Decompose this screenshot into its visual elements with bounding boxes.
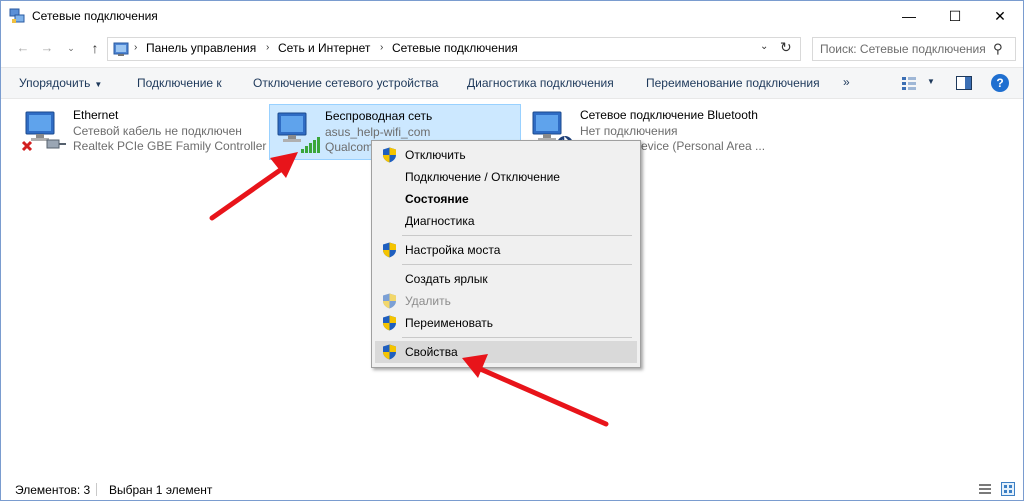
- maximize-button[interactable]: ☐: [932, 1, 978, 32]
- breadcrumb-control-panel[interactable]: Панель управления: [146, 41, 256, 55]
- connection-name: Сетевое подключение Bluetooth: [580, 108, 758, 122]
- up-button[interactable]: ↑: [86, 39, 104, 57]
- organize-button[interactable]: Упорядочить ▼: [19, 76, 102, 90]
- breadcrumb-separator[interactable]: ›: [380, 42, 383, 53]
- uac-shield-icon: [383, 315, 396, 331]
- connection-status: Сетевой кабель не подключен: [73, 124, 242, 138]
- menu-item-label: Диагностика: [405, 214, 475, 228]
- menu-item-diagnostics[interactable]: Диагностика: [375, 210, 637, 232]
- back-button[interactable]: ←: [14, 39, 32, 57]
- disable-device-button[interactable]: Отключение сетевого устройства: [253, 76, 438, 90]
- connection-device: Realtek PCIe GBE Family Controller: [73, 139, 267, 153]
- menu-item-connect-disconnect[interactable]: Подключение / Отключение: [375, 166, 637, 188]
- connection-name: Беспроводная сеть: [325, 109, 433, 123]
- recent-locations-button[interactable]: ⌄: [62, 39, 80, 57]
- menu-item-label: Создать ярлык: [405, 272, 488, 286]
- refresh-icon[interactable]: ↻: [780, 39, 792, 56]
- context-menu: Отключить Подключение / Отключение Состо…: [371, 140, 641, 368]
- menu-item-delete[interactable]: Удалить: [375, 290, 637, 312]
- items-count: Элементов: 3: [15, 483, 91, 497]
- uac-shield-icon: [383, 242, 396, 258]
- connection-ethernet[interactable]: Ethernet Сетевой кабель не подключен Rea…: [18, 104, 268, 158]
- command-bar: Упорядочить ▼ Подключение к Отключение се…: [1, 67, 1023, 99]
- address-history-dropdown[interactable]: ⌄: [760, 41, 768, 52]
- minimize-button[interactable]: —: [886, 1, 932, 32]
- help-icon[interactable]: ?: [991, 74, 1009, 92]
- connection-name: Ethernet: [73, 108, 119, 122]
- menu-item-label: Настройка моста: [405, 243, 501, 257]
- connect-to-button[interactable]: Подключение к: [137, 76, 222, 90]
- explorer-window: Сетевые подключения — ☐ ✕ ← → ⌄ ↑ › Пане…: [0, 0, 1024, 501]
- menu-item-bridge[interactable]: Настройка моста: [375, 239, 637, 261]
- address-row: ← → ⌄ ↑ › Панель управления › Сеть и Инт…: [1, 33, 1023, 63]
- address-bar[interactable]: › Панель управления › Сеть и Интернет › …: [107, 37, 801, 61]
- view-options-dropdown[interactable]: ▼: [927, 77, 935, 86]
- uac-shield-icon: [383, 293, 396, 309]
- rename-button[interactable]: Переименование подключения: [646, 76, 820, 90]
- selection-count: Выбран 1 элемент: [109, 483, 213, 497]
- status-separator: [96, 483, 97, 496]
- breadcrumb-separator[interactable]: ›: [266, 42, 269, 53]
- preview-pane-icon[interactable]: [956, 76, 972, 90]
- status-bar: Элементов: 3 Выбран 1 элемент: [1, 478, 1023, 500]
- breadcrumb-network-connections[interactable]: Сетевые подключения: [392, 41, 518, 55]
- menu-item-label: Свойства: [405, 345, 458, 359]
- more-commands-button[interactable]: »: [843, 75, 850, 89]
- details-view-icon[interactable]: [979, 483, 991, 495]
- breadcrumb-network-internet[interactable]: Сеть и Интернет: [278, 41, 370, 55]
- window-title: Сетевые подключения: [32, 9, 158, 23]
- monitor-wifi-signal-icon: [277, 112, 320, 153]
- change-view-icon[interactable]: [902, 76, 916, 90]
- menu-separator: [402, 264, 632, 265]
- menu-separator: [402, 235, 632, 236]
- menu-item-label: Удалить: [405, 294, 451, 308]
- menu-item-rename[interactable]: Переименовать: [375, 312, 637, 334]
- uac-shield-icon: [383, 147, 396, 163]
- menu-item-label: Отключить: [405, 148, 466, 162]
- title-bar: Сетевые подключения — ☐ ✕: [1, 1, 1023, 32]
- network-connections-icon: [9, 8, 25, 23]
- menu-item-disable[interactable]: Отключить: [375, 144, 637, 166]
- connection-status: Нет подключения: [580, 124, 678, 138]
- search-icon[interactable]: ⚲: [993, 41, 1003, 57]
- control-panel-icon: [113, 42, 129, 56]
- uac-shield-icon: [383, 344, 396, 360]
- diagnose-button[interactable]: Диагностика подключения: [467, 76, 614, 90]
- connection-device: Qualcom: [325, 140, 374, 154]
- search-placeholder: Поиск: Сетевые подключения: [820, 42, 986, 56]
- menu-item-label: Состояние: [405, 192, 469, 206]
- connection-device: evice (Personal Area ...: [641, 139, 766, 153]
- menu-item-properties[interactable]: Свойства: [375, 341, 637, 363]
- search-input[interactable]: Поиск: Сетевые подключения ⚲: [812, 37, 1016, 61]
- menu-item-create-shortcut[interactable]: Создать ярлык: [375, 268, 637, 290]
- menu-item-label: Подключение / Отключение: [405, 170, 560, 184]
- large-icons-view-icon[interactable]: [1001, 482, 1015, 496]
- menu-separator: [402, 337, 632, 338]
- menu-item-label: Переименовать: [405, 316, 493, 330]
- monitor-network-disconnected-icon: [21, 111, 66, 152]
- menu-item-status[interactable]: Состояние: [375, 188, 637, 210]
- breadcrumb-separator[interactable]: ›: [134, 42, 137, 53]
- close-button[interactable]: ✕: [977, 1, 1023, 32]
- connection-status: asus_help-wifi_com: [325, 125, 431, 139]
- chevron-down-icon: ▼: [94, 80, 103, 89]
- forward-button[interactable]: →: [38, 39, 56, 57]
